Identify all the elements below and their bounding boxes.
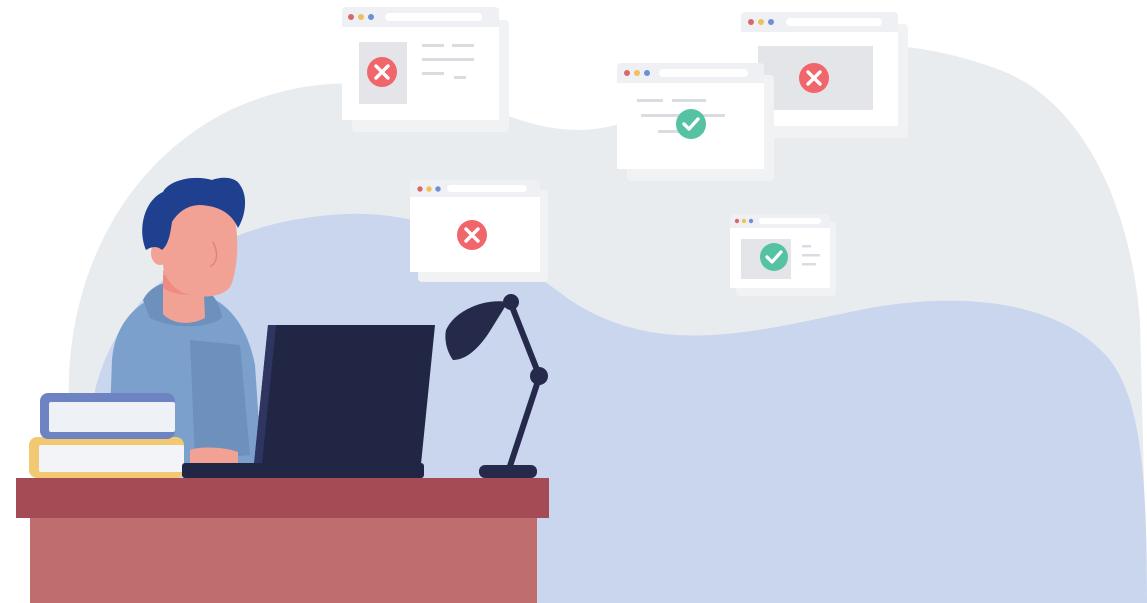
window-address-bar xyxy=(786,18,882,26)
book-stack xyxy=(29,393,184,478)
desk-top xyxy=(16,478,549,518)
desk xyxy=(16,478,549,603)
window-dot-red xyxy=(624,70,630,76)
window-dot-blue xyxy=(644,70,650,76)
error-badge-icon xyxy=(799,63,829,93)
window-dot-yellow xyxy=(741,218,747,224)
window-text-line xyxy=(422,58,474,61)
window-text-line xyxy=(637,99,663,102)
success-badge-icon xyxy=(676,109,706,139)
window-dot-red xyxy=(748,19,754,25)
window-address-bar xyxy=(659,69,748,77)
window-text-line xyxy=(802,263,816,266)
window-dot-red xyxy=(417,186,423,192)
error-badge-icon xyxy=(457,220,487,250)
window-text-line xyxy=(422,44,444,47)
person-arm xyxy=(190,340,250,460)
window-dot-yellow xyxy=(758,19,764,25)
browser-window-success-2 xyxy=(730,214,836,296)
window-dot-blue xyxy=(748,218,754,224)
laptop-base xyxy=(182,463,424,478)
window-dot-yellow xyxy=(358,14,364,20)
success-badge-icon xyxy=(760,243,788,271)
desk-body xyxy=(30,518,537,603)
laptop-screen-back xyxy=(253,325,435,474)
window-text-line xyxy=(802,254,820,257)
lamp-base xyxy=(479,465,537,478)
illustration-scene xyxy=(16,7,1147,603)
window-dot-blue xyxy=(368,14,374,20)
window-text-line xyxy=(452,44,474,47)
browser-window-error-3 xyxy=(410,180,548,282)
window-dot-yellow xyxy=(426,186,432,192)
window-dot-red xyxy=(348,14,354,20)
window-text-line xyxy=(454,76,466,79)
book-bottom-pages xyxy=(39,445,184,472)
window-dot-blue xyxy=(435,186,441,192)
browser-window-success-1 xyxy=(617,63,774,181)
window-text-line xyxy=(802,245,811,248)
window-address-bar xyxy=(759,218,821,224)
window-dot-yellow xyxy=(634,70,640,76)
book-top-pages xyxy=(49,402,175,432)
window-dot-blue xyxy=(768,19,774,25)
window-dot-red xyxy=(734,218,740,224)
error-badge-icon xyxy=(367,57,397,87)
window-address-bar xyxy=(385,13,482,21)
browser-window-error-1 xyxy=(342,7,509,132)
window-address-bar xyxy=(447,185,527,192)
window-text-line xyxy=(422,72,444,75)
window-text-line xyxy=(672,99,706,102)
